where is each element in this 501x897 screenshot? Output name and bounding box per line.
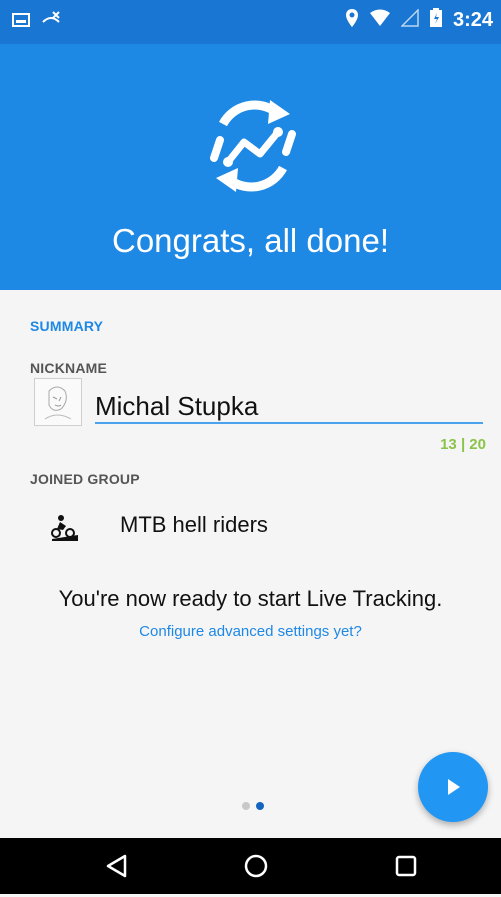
nickname-field[interactable] [95, 390, 483, 424]
recents-icon [395, 855, 417, 877]
page-title: Congrats, all done! [111, 222, 389, 259]
image-notification-icon [12, 12, 30, 33]
recents-button[interactable] [376, 838, 436, 894]
char-counter: 13 | 20 [440, 436, 486, 453]
section-label-summary: SUMMARY [30, 318, 104, 334]
mountain-bike-icon [51, 515, 78, 541]
page-indicator [242, 802, 264, 810]
status-bar: 3:24 [0, 0, 501, 44]
back-button[interactable] [87, 838, 147, 894]
summary-content: SUMMARY NICKNAME 13 | 20 JOINED GROUP MT… [0, 290, 501, 838]
next-button[interactable] [418, 752, 488, 822]
battery-icon [429, 8, 443, 33]
location-icon [345, 8, 359, 33]
header-banner: Congrats, all done! [0, 44, 501, 290]
page-dot-active [256, 802, 264, 810]
home-button[interactable] [226, 838, 286, 894]
configure-advanced-settings-link[interactable]: Configure advanced settings yet? [0, 623, 501, 640]
page-dot [242, 802, 250, 810]
home-icon [244, 854, 268, 878]
status-time: 3:24 [452, 9, 493, 31]
ready-message: You're now ready to start Live Tracking. [58, 586, 443, 611]
wifi-icon [369, 9, 391, 32]
play-arrow-icon [448, 779, 460, 795]
avatar-sketch-icon [44, 386, 72, 420]
navigation-bar [0, 838, 501, 894]
signal-icon [400, 8, 419, 32]
joined-group-label: JOINED GROUP [30, 471, 140, 487]
back-icon [106, 854, 127, 878]
group-name: MTB hell riders [120, 512, 268, 537]
avatar[interactable] [34, 378, 82, 426]
nickname-label: NICKNAME [30, 360, 108, 376]
missed-call-icon [40, 10, 62, 35]
live-tracking-sync-icon [210, 100, 296, 192]
